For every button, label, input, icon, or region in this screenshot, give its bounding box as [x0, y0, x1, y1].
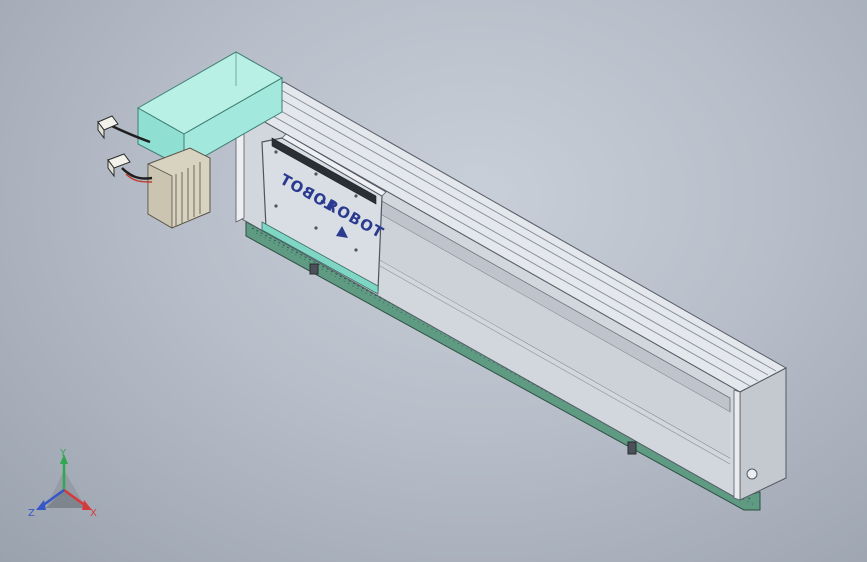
- linear-module-model[interactable]: LOBOT -ROBOT Y X Z: [0, 0, 867, 562]
- rail-body: [235, 81, 788, 501]
- triad-z-label: Z: [28, 508, 35, 519]
- end-cap-hole: [746, 468, 758, 480]
- triad-x-label: X: [90, 508, 97, 519]
- cad-viewport[interactable]: LOBOT -ROBOT Y X Z: [0, 0, 867, 562]
- triad-y-label: Y: [59, 448, 67, 459]
- servo-motor[interactable]: [147, 147, 211, 229]
- limit-sensor-right: [627, 441, 637, 455]
- limit-sensor-left: [309, 263, 319, 275]
- coordinate-triad: Y X Z: [28, 448, 97, 519]
